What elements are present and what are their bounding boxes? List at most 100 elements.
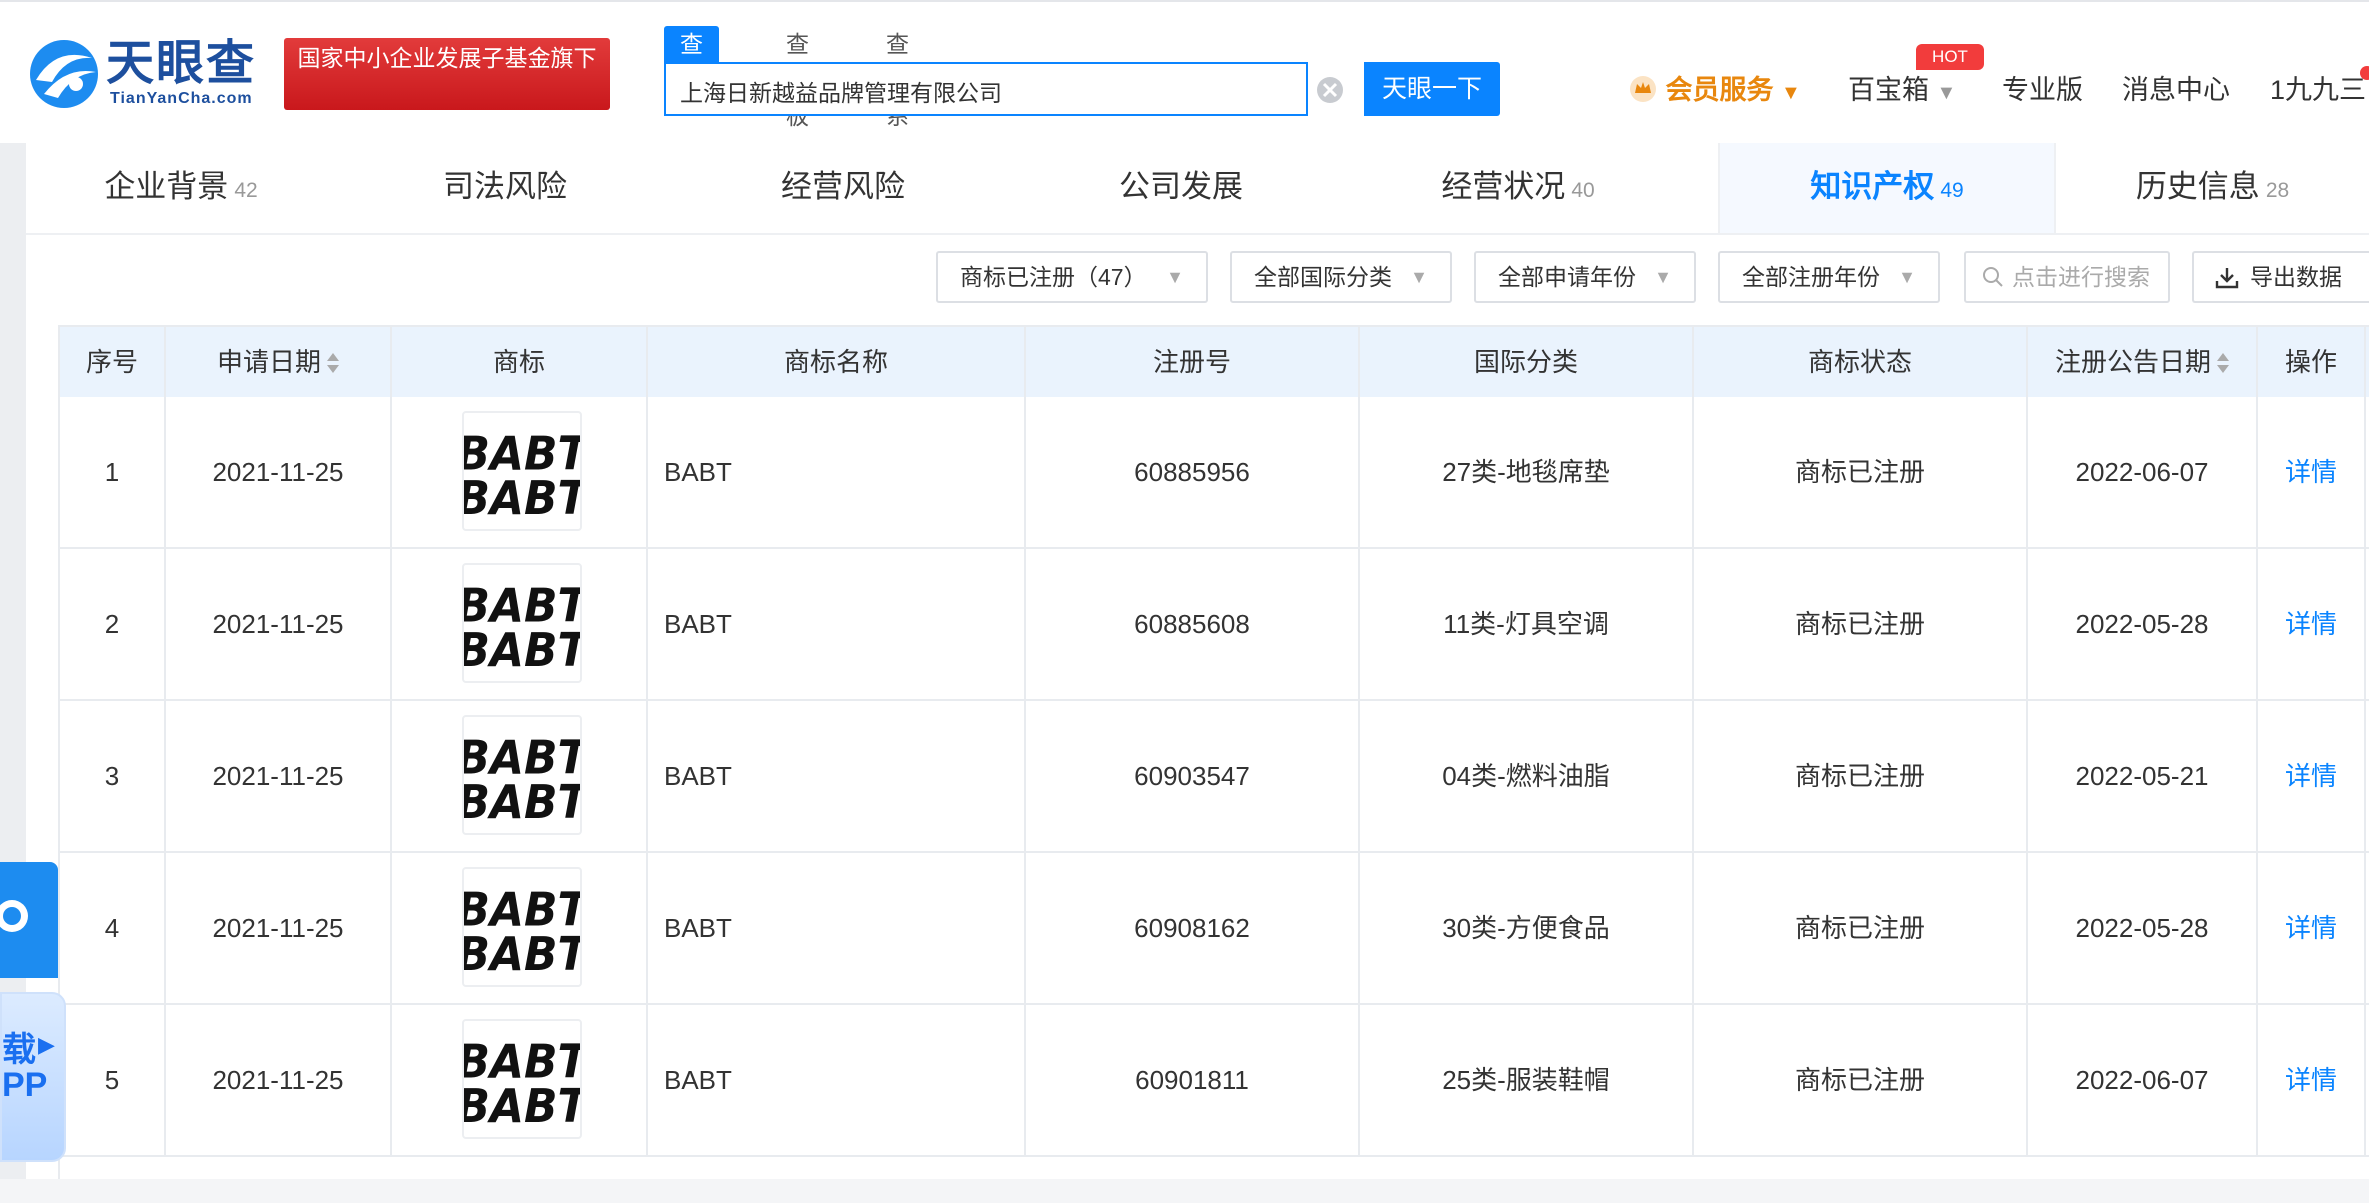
tab-company-development[interactable]: 公司发展 (1012, 143, 1350, 233)
status-filter[interactable]: 商标已注册（47） ▼ (936, 251, 1208, 303)
table-row: 42021-11-25BABTBABTBABT6090816230类-方便食品商… (60, 853, 2369, 1005)
trademark-image[interactable]: BABTBABT (456, 867, 591, 987)
col-label: 注册公告日期 (2054, 347, 2211, 377)
col-apply-date[interactable]: 申请日期 (166, 327, 392, 397)
cell-name: BABT (648, 549, 1026, 699)
col-announce-date[interactable]: 注册公告日期 (2028, 327, 2258, 397)
user-menu[interactable]: 1九九三 (2270, 68, 2366, 112)
cell-announce-date: 2022-05-21 (2028, 701, 2258, 851)
tab-operating-status[interactable]: 经营状况 40 (1350, 143, 1686, 233)
apply-year-filter[interactable]: 全部申请年份 ▼ (1474, 251, 1696, 303)
detail-link[interactable]: 详情 (2258, 701, 2366, 851)
trademark-table: 序号 申请日期 商标 商标名称 注册号 国际分类 商标状态 注册公告日期 操作 … (58, 325, 2369, 1179)
register-year-filter[interactable]: 全部注册年份 ▼ (1718, 251, 1940, 303)
cell-reg-no: 60885608 (1026, 549, 1360, 699)
tab-label: 知识产权 (1810, 169, 1935, 204)
message-center-link[interactable]: 消息中心 (2122, 68, 2230, 112)
export-label: 导出数据 (2250, 264, 2342, 290)
promo-banner[interactable]: 国家中小企业发展子基金旗下 (284, 38, 610, 110)
trademark-image[interactable]: BABTBABT (456, 411, 591, 531)
trademark-search-input[interactable]: 点击进行搜索 (1964, 251, 2170, 303)
cell-apply-date: 2021-11-25 (166, 549, 392, 699)
trademark-panel: 商标已注册（47） ▼ 全部国际分类 ▼ 全部申请年份 ▼ 全部注册年份 ▼ 点… (26, 235, 2369, 1179)
cell-logo: BABTBABT (392, 549, 648, 699)
cell-intl-class: 11类-灯具空调 (1360, 549, 1694, 699)
baobao-label: 百宝箱 (1848, 75, 1929, 105)
site-logo[interactable]: 天眼查 TianYanCha.com (26, 36, 266, 112)
tab-company-background[interactable]: 企业背景 42 (26, 143, 336, 233)
chevron-down-icon: ▼ (1410, 267, 1428, 287)
top-header: 天眼查 TianYanCha.com 国家中小企业发展子基金旗下 查公司 查老板… (0, 0, 2369, 145)
tab-count: 42 (234, 179, 258, 202)
cell-status: 商标已注册 (1694, 397, 2028, 547)
play-icon: ▶ (38, 1032, 55, 1057)
app-download-card[interactable]: 载 ▶ PP (0, 992, 66, 1162)
brand-name: 天眼查 (106, 37, 257, 90)
tab-label: 历史信息 (2135, 169, 2260, 204)
tab-judicial-risk[interactable]: 司法风险 (336, 143, 674, 233)
cell-status: 商标已注册 (1694, 701, 2028, 851)
tab-label: 企业背景 (104, 169, 229, 204)
intl-class-filter[interactable]: 全部国际分类 ▼ (1230, 251, 1452, 303)
app-download-float[interactable] (0, 862, 58, 978)
search-tab-boss[interactable]: 查老板 (770, 26, 825, 129)
cell-apply-date: 2021-11-25 (166, 701, 392, 851)
filter-label: 全部申请年份 (1498, 264, 1636, 290)
cell-announce-date: 2022-06-07 (2028, 1005, 2258, 1155)
search-input[interactable] (678, 72, 1282, 110)
pro-version-link[interactable]: 专业版 (2002, 68, 2083, 112)
cell-intl-class: 30类-方便食品 (1360, 853, 1694, 1003)
cell-logo: BABTBABT (392, 397, 648, 547)
tab-history[interactable]: 历史信息 28 (2056, 143, 2369, 233)
table-row: 32021-11-25BABTBABTBABT6090354704类-燃料油脂商… (60, 701, 2369, 853)
crown-icon (1630, 76, 1656, 102)
cell-index: 2 (60, 549, 166, 699)
table-row: 22021-11-25BABTBABTBABT6088560811类-灯具空调商… (60, 549, 2369, 701)
col-index: 序号 (60, 327, 166, 397)
cell-reg-no: 60908162 (1026, 853, 1360, 1003)
tab-label: 公司发展 (1119, 169, 1243, 204)
trademark-image[interactable]: BABTBABT (456, 715, 591, 835)
cell-index: 4 (60, 853, 166, 1003)
cell-logo: BABTBABT (392, 853, 648, 1003)
tab-count: 49 (1940, 179, 1964, 202)
detail-link[interactable]: 详情 (2258, 549, 2366, 699)
cell-apply-date: 2021-11-25 (166, 1005, 392, 1155)
search-tab-company[interactable]: 查公司 (664, 26, 719, 129)
detail-link[interactable]: 详情 (2258, 853, 2366, 1003)
col-name: 商标名称 (648, 327, 1026, 397)
sort-icon (327, 353, 339, 375)
search-icon (1983, 267, 2003, 287)
cell-name: BABT (648, 397, 1026, 547)
tab-operating-risk[interactable]: 经营风险 (674, 143, 1012, 233)
col-action: 操作 (2258, 327, 2366, 397)
baobao-menu[interactable]: 百宝箱 ▼ (1848, 68, 1956, 112)
chevron-down-icon: ▼ (1781, 82, 1801, 104)
trademark-image[interactable]: BABTBABT (456, 563, 591, 683)
trademark-image[interactable]: BABTBABT (456, 1019, 591, 1139)
app-download-text: PP (2, 1066, 48, 1104)
hot-badge: HOT (1916, 44, 1984, 70)
tab-label: 经营风险 (781, 169, 905, 204)
search-button[interactable]: 天眼一下 (1364, 62, 1500, 116)
vip-service-menu[interactable]: 会员服务 ▼ (1628, 68, 1801, 112)
tab-intellectual-property[interactable]: 知识产权 49 (1720, 143, 2054, 233)
detail-link[interactable]: 详情 (2258, 1005, 2366, 1155)
cell-intl-class: 27类-地毯席垫 (1360, 397, 1694, 547)
col-reg-no: 注册号 (1026, 327, 1360, 397)
col-status: 商标状态 (1694, 327, 2028, 397)
cell-index: 3 (60, 701, 166, 851)
detail-link[interactable]: 详情 (2258, 397, 2366, 547)
company-section-tabs: 企业背景 42 司法风险 经营风险 公司发展 经营状况 40 知识产权 49 历史信息… (26, 143, 2369, 235)
cell-intl-class: 25类-服装鞋帽 (1360, 1005, 1694, 1155)
cell-reg-no: 60885956 (1026, 397, 1360, 547)
svg-text:BABT: BABT (464, 927, 580, 981)
export-button[interactable]: 导出数据 (2192, 251, 2369, 303)
clear-icon[interactable] (1312, 72, 1348, 108)
col-intl-class: 国际分类 (1360, 327, 1694, 397)
app-logo-icon (0, 900, 28, 932)
cell-status: 商标已注册 (1694, 853, 2028, 1003)
cell-status: 商标已注册 (1694, 549, 2028, 699)
cell-logo: BABTBABT (392, 701, 648, 851)
search-tab-relation[interactable]: 查关系 (870, 26, 925, 129)
